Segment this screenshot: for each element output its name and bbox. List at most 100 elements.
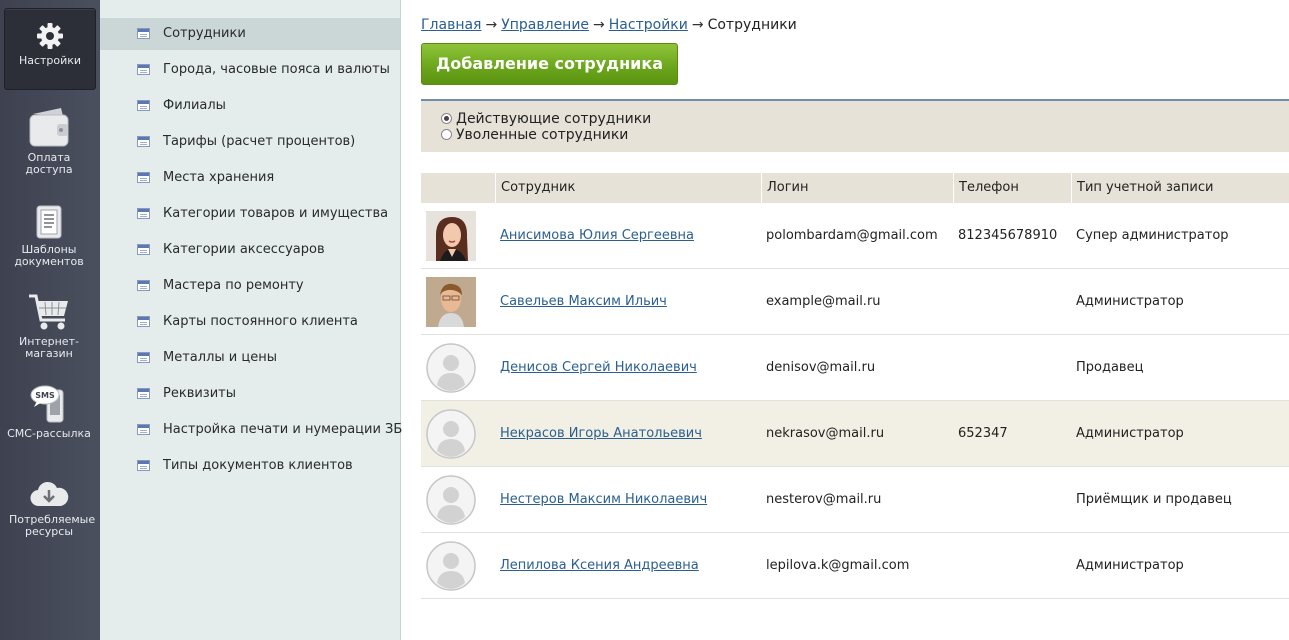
main-content: Главная → Управление → Настройки → Сотрудники …	[421, 0, 1289, 640]
breadcrumb: Главная → Управление → Настройки → Сотрудники	[421, 17, 797, 33]
employee-account-type: Продавец	[1076, 360, 1144, 375]
column-separator	[761, 173, 762, 203]
window-icon	[137, 136, 150, 147]
sidebar-item-label: Филиалы	[163, 98, 226, 113]
appbar-item-label: Шаблоны документов	[14, 243, 84, 268]
appbar-item-settings[interactable]: Настройки	[4, 8, 96, 90]
radio-active-employees[interactable]: Действующие сотрудники	[441, 111, 651, 127]
appbar-item-label: СМС-рассылка	[7, 427, 91, 440]
employee-account-type: Супер администратор	[1076, 228, 1229, 243]
breadcrumb-link-settings[interactable]: Настройки	[609, 17, 688, 33]
avatar-placeholder-icon	[426, 343, 476, 393]
sms-icon-text: SMS	[35, 391, 55, 400]
sidebar-item[interactable]: Типы документов клиентов	[100, 450, 400, 482]
employee-login: nesterov@mail.ru	[766, 492, 882, 507]
sidebar-item[interactable]: Карты постоянного клиента	[100, 306, 400, 338]
table-row: Анисимова Юлия Сергеевна polombardam@gmai…	[421, 203, 1289, 269]
employee-account-type: Администратор	[1076, 558, 1184, 573]
window-icon	[137, 172, 150, 183]
radio-label: Уволенные сотрудники	[456, 127, 629, 143]
gear-icon	[37, 23, 63, 49]
employee-login: example@mail.ru	[766, 294, 881, 309]
table-row: Лепилова Ксения Андреевна lepilova.k@gmai…	[421, 533, 1289, 599]
sidebar-item-label: Карты постоянного клиента	[163, 314, 358, 329]
employee-name-link[interactable]: Савельев Максим Ильич	[500, 269, 667, 335]
sidebar-item-label: Категории товаров и имущества	[163, 206, 389, 221]
radio-button[interactable]	[441, 129, 452, 140]
sidebar-item[interactable]: Металлы и цены	[100, 342, 400, 374]
employee-name-link[interactable]: Нестеров Максим Николаевич	[500, 467, 707, 533]
employee-name-link[interactable]: Анисимова Юлия Сергеевна	[500, 203, 694, 269]
sidebar-item[interactable]: Сотрудники	[100, 18, 400, 50]
window-icon	[137, 208, 150, 219]
appbar-item-label: Оплата доступа	[25, 151, 73, 176]
column-separator	[1071, 173, 1072, 203]
window-icon	[137, 100, 150, 111]
window-icon	[137, 316, 150, 327]
table-header: Сотрудник Логин Телефон Тип учетной запи…	[421, 173, 1289, 203]
radio-button-checked[interactable]	[441, 113, 452, 124]
avatar-placeholder-icon	[426, 475, 476, 525]
avatar-placeholder-icon	[426, 541, 476, 591]
table-row: Нестеров Максим Николаевич nesterov@mail.…	[421, 467, 1289, 533]
appbar-item-label: Интернет-магазин	[19, 335, 79, 360]
sidebar-item[interactable]: Тарифы (расчет процентов)	[100, 126, 400, 158]
window-icon	[137, 388, 150, 399]
appbar-item-resources[interactable]: Потребляемые ресурсы	[4, 480, 95, 538]
appbar-item-templates[interactable]: Шаблоны документов	[4, 204, 94, 268]
radio-fired-employees[interactable]: Уволенные сотрудники	[441, 127, 628, 143]
column-header-account-type[interactable]: Тип учетной записи	[1077, 173, 1213, 203]
appbar-item-shop[interactable]: Интернет-магазин	[4, 292, 94, 360]
window-icon	[137, 460, 150, 471]
window-icon	[137, 352, 150, 363]
column-header-login[interactable]: Логин	[767, 173, 809, 203]
sidebar-item-label: Мастера по ремонту	[163, 278, 304, 293]
employee-account-type: Администратор	[1076, 426, 1184, 441]
column-separator	[495, 173, 496, 203]
employee-name-link[interactable]: Денисов Сергей Николаевич	[500, 335, 697, 401]
sidebar-item-label: Типы документов клиентов	[163, 458, 353, 473]
sidebar-item[interactable]: Города, часовые пояса и валюты	[100, 54, 400, 86]
sidebar-item[interactable]: Категории аксессуаров	[100, 234, 400, 266]
add-employee-button[interactable]: Добавление сотрудника	[421, 43, 678, 85]
app-bar: Настройки Оплата доступа Шаблоны докумен…	[0, 0, 100, 640]
document-icon	[36, 205, 62, 239]
appbar-item-label: Настройки	[18, 54, 82, 67]
breadcrumb-link-management[interactable]: Управление	[501, 17, 589, 33]
employee-name-link[interactable]: Лепилова Ксения Андреевна	[500, 533, 699, 599]
column-header-employee[interactable]: Сотрудник	[501, 173, 575, 203]
sidebar-item-label: Реквизиты	[163, 386, 236, 401]
avatar	[426, 277, 476, 327]
cart-icon	[29, 294, 68, 330]
column-separator	[953, 173, 954, 203]
wallet-icon	[29, 108, 69, 147]
sidebar-item-label: Категории аксессуаров	[163, 242, 325, 257]
employee-status-filter: Действующие сотрудники Уволенные сотрудн…	[421, 101, 1289, 152]
breadcrumb-link-home[interactable]: Главная	[421, 17, 481, 33]
table-row: Денисов Сергей Николаевич denisov@mail.ru…	[421, 335, 1289, 401]
employee-login: lepilova.k@gmail.com	[766, 558, 910, 573]
appbar-item-sms[interactable]: SMS СМС-рассылка	[4, 384, 94, 440]
sidebar-item-label: Города, часовые пояса и валюты	[163, 62, 390, 77]
settings-sidebar: Сотрудники Города, часовые пояса и валюты…	[100, 0, 403, 640]
cloud-download-icon	[30, 481, 69, 507]
window-icon	[137, 280, 150, 291]
window-icon	[137, 64, 150, 75]
sidebar-item[interactable]: Настройка печати и нумерации ЗБ	[100, 414, 403, 446]
sidebar-item[interactable]: Мастера по ремонту	[100, 270, 400, 302]
sidebar-item-label: Настройка печати и нумерации ЗБ	[163, 422, 403, 437]
employee-login: nekrasov@mail.ru	[766, 426, 885, 441]
employee-name-link[interactable]: Некрасов Игорь Анатольевич	[500, 401, 702, 467]
employee-login: polombardam@gmail.com	[766, 228, 938, 243]
sidebar-item[interactable]: Филиалы	[100, 90, 400, 122]
radio-label: Действующие сотрудники	[456, 111, 652, 127]
sidebar-item-label: Тарифы (расчет процентов)	[163, 134, 356, 149]
sidebar-item[interactable]: Места хранения	[100, 162, 400, 194]
sidebar-item[interactable]: Реквизиты	[100, 378, 400, 410]
sidebar-item-label: Сотрудники	[163, 26, 246, 41]
column-header-phone[interactable]: Телефон	[959, 173, 1019, 203]
table-row: Некрасов Игорь Анатольевич nekrasov@mail.…	[421, 401, 1289, 467]
breadcrumb-separator: →	[593, 17, 605, 33]
appbar-item-payment[interactable]: Оплата доступа	[4, 106, 94, 176]
sidebar-item[interactable]: Категории товаров и имущества	[100, 198, 400, 230]
